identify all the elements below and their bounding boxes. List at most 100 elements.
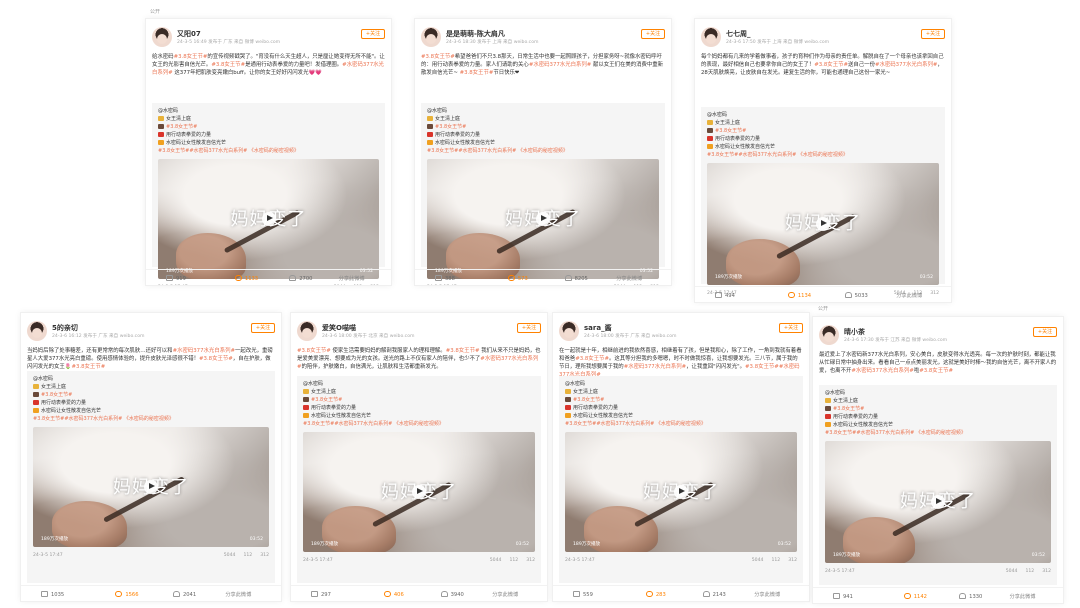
like-button[interactable]: 2041 xyxy=(172,591,196,598)
comment-button[interactable]: 283 xyxy=(645,591,666,598)
comment-button[interactable]: 1134 xyxy=(787,292,811,299)
topic-tag[interactable]: #3.8女王节# xyxy=(575,356,609,362)
follow-button[interactable]: +关注 xyxy=(641,29,665,39)
avatar[interactable] xyxy=(559,321,579,341)
quoted-repost-count[interactable]: 5044 xyxy=(752,558,764,563)
quoted-repost-count[interactable]: 5044 xyxy=(490,558,502,563)
follow-button[interactable]: +关注 xyxy=(251,323,275,333)
repost-button[interactable]: 297 xyxy=(311,591,331,598)
topic-tag[interactable]: #3.8女王节# xyxy=(919,368,953,374)
play-icon[interactable] xyxy=(144,479,158,494)
video-player[interactable]: 妈妈变了189万次播放03:52 xyxy=(303,432,535,552)
play-icon[interactable] xyxy=(931,494,945,509)
comment-button[interactable]: 1133 xyxy=(234,275,258,282)
quoted-comment-count[interactable]: 112 xyxy=(633,285,642,286)
avatar[interactable] xyxy=(27,321,47,341)
quoted-comment-count[interactable]: 112 xyxy=(509,558,518,563)
play-icon[interactable] xyxy=(412,484,426,499)
share-more-button[interactable]: 分享此微博 xyxy=(225,591,251,598)
quoted-post[interactable]: @水密码 女王清上庭 #3.8女王节# 用行动表拳爱的力量 水密码让女性散发自信光芒 #3… xyxy=(27,371,275,583)
quoted-comment-count[interactable]: 112 xyxy=(771,558,780,563)
quoted-tags[interactable]: #3.8女王节##水密码377水光白系列# 《水密码的秘密视频》 xyxy=(158,147,379,155)
repost-button[interactable]: 1035 xyxy=(41,591,64,598)
username[interactable]: sara_酱 xyxy=(584,323,612,333)
quoted-repost-count[interactable]: 5044 xyxy=(224,553,236,558)
topic-tag[interactable]: #水密码377水光白系列# xyxy=(624,364,686,370)
topic-tag[interactable]: #3.8女王节# xyxy=(199,356,233,362)
play-icon[interactable] xyxy=(816,216,830,231)
like-button[interactable]: 2700 xyxy=(289,275,312,282)
play-icon[interactable] xyxy=(261,211,276,226)
quoted-tags[interactable]: #3.8女王节##水密码377水光白系列# 《水密码的秘密视频》 xyxy=(825,429,1051,437)
video-player[interactable]: 妈妈变了189万次播放03:52 xyxy=(825,441,1051,563)
topic-tag[interactable]: #3.8女王节# xyxy=(211,62,245,68)
username[interactable]: 晴小茶 xyxy=(844,327,865,337)
comment-button[interactable]: 1142 xyxy=(903,593,927,600)
play-icon[interactable] xyxy=(536,211,550,226)
topic-tag[interactable]: #水密码377水光白系列# xyxy=(152,62,384,76)
topic-tag[interactable]: #3.8女王节# xyxy=(814,62,848,68)
username[interactable]: 是是萌萌-陈大肩凡 xyxy=(446,29,505,39)
topic-tag[interactable]: #3.8女王节# xyxy=(745,364,779,370)
like-button[interactable]: 5033 xyxy=(844,292,868,299)
video-player[interactable]: 妈妈变了189万次播放03:52 xyxy=(33,427,269,547)
topic-tag[interactable]: #3.8女王节# xyxy=(297,348,331,354)
like-button[interactable]: 2143 xyxy=(702,591,726,598)
quoted-comment-count[interactable]: 112 xyxy=(1025,569,1034,574)
username[interactable]: 又阳07 xyxy=(177,29,201,39)
topic-tag[interactable]: #水密码377水光白系列# xyxy=(297,356,538,370)
quoted-like-count[interactable]: 312 xyxy=(1042,569,1051,574)
avatar[interactable] xyxy=(421,27,441,47)
follow-button[interactable]: +关注 xyxy=(921,29,945,39)
follow-button[interactable]: +关注 xyxy=(361,29,385,39)
topic-tag[interactable]: #3.8女王节# xyxy=(421,54,455,60)
quoted-repost-count[interactable]: 5044 xyxy=(334,285,346,286)
quoted-post[interactable]: @水密码 女王清上庭 #3.8女王节# 用行动表拳爱的力量 水密码让女性散发自信光芒 #3… xyxy=(152,103,385,279)
topic-tag[interactable]: #3.8女王节# xyxy=(460,70,494,76)
quoted-like-count[interactable]: 312 xyxy=(260,553,269,558)
video-player[interactable]: 妈妈变了189万次播放03:52 xyxy=(565,432,797,552)
follow-button[interactable]: +关注 xyxy=(517,323,541,333)
avatar[interactable] xyxy=(297,321,317,341)
username[interactable]: 5的亲切 xyxy=(52,323,78,333)
like-button[interactable]: 8205 xyxy=(564,275,588,282)
topic-tag[interactable]: #3.8女王节# xyxy=(446,348,480,354)
like-button[interactable]: 3940 xyxy=(440,591,464,598)
comment-button[interactable]: 573 xyxy=(507,275,528,282)
quoted-tags[interactable]: #3.8女王节##水密码377水光白系列# 《水密码的秘密视频》 xyxy=(707,151,939,159)
topic-tag[interactable]: #水密码377水光白系列# xyxy=(851,368,913,374)
quoted-like-count[interactable]: 312 xyxy=(370,285,379,286)
share-more-button[interactable]: 分享此微博 xyxy=(616,275,642,282)
username[interactable]: 爱笑O喵喵 xyxy=(322,323,356,333)
quoted-comment-count[interactable]: 112 xyxy=(243,553,252,558)
username[interactable]: 七七周_ xyxy=(726,29,751,39)
video-player[interactable]: 妈妈变了189万次播放03:52 xyxy=(158,159,379,279)
repost-button[interactable]: 388 xyxy=(435,275,455,282)
quoted-repost-count[interactable]: 5044 xyxy=(1006,569,1018,574)
quoted-post[interactable]: @水密码 女王清上庭 #3.8女王节# 用行动表拳爱的力量 水密码让女性散发自信光芒 #3… xyxy=(559,376,803,583)
share-more-button[interactable]: 分享此微博 xyxy=(754,591,780,598)
quoted-repost-count[interactable]: 5044 xyxy=(614,285,626,286)
avatar[interactable] xyxy=(819,325,839,345)
follow-button[interactable]: +关注 xyxy=(1033,327,1057,337)
follow-button[interactable]: +关注 xyxy=(779,323,803,333)
comment-button[interactable]: 406 xyxy=(383,591,404,598)
quoted-post[interactable]: @水密码 女王清上庭 #3.8女王节# 用行动表拳爱的力量 水密码让女性散发自信光芒 #3… xyxy=(297,376,541,583)
video-player[interactable]: 妈妈变了189万次播放03:52 xyxy=(707,163,939,285)
repost-button[interactable]: 941 xyxy=(833,593,853,600)
quoted-like-count[interactable]: 312 xyxy=(788,558,797,563)
share-more-button[interactable]: 分享此微博 xyxy=(1010,593,1036,600)
quoted-like-count[interactable]: 312 xyxy=(526,558,535,563)
avatar[interactable] xyxy=(152,27,172,47)
repost-button[interactable]: 559 xyxy=(573,591,593,598)
quoted-like-count[interactable]: 312 xyxy=(650,285,659,286)
quoted-post[interactable]: @水密码 女王清上庭 #3.8女王节# 用行动表拳爱的力量 水密码让女性散发自信光芒 #3… xyxy=(701,107,945,296)
quoted-tags[interactable]: #3.8女王节##水密码377水光白系列# 《水密码的秘密视频》 xyxy=(565,420,797,428)
repost-button[interactable]: 494 xyxy=(715,292,735,299)
topic-tag[interactable]: #水密码377水光白系列# xyxy=(875,62,937,68)
quoted-post[interactable]: @水密码 女王清上庭 #3.8女王节# 用行动表拳爱的力量 水密码让女性散发自信光芒 #3… xyxy=(421,103,665,279)
topic-tag[interactable]: #水密码377水光白系列# xyxy=(173,348,235,354)
like-button[interactable]: 1330 xyxy=(959,593,982,600)
topic-tag[interactable]: #水密码377水光白系列# xyxy=(529,62,591,68)
topic-tag[interactable]: #3.8女王节# xyxy=(174,54,208,60)
